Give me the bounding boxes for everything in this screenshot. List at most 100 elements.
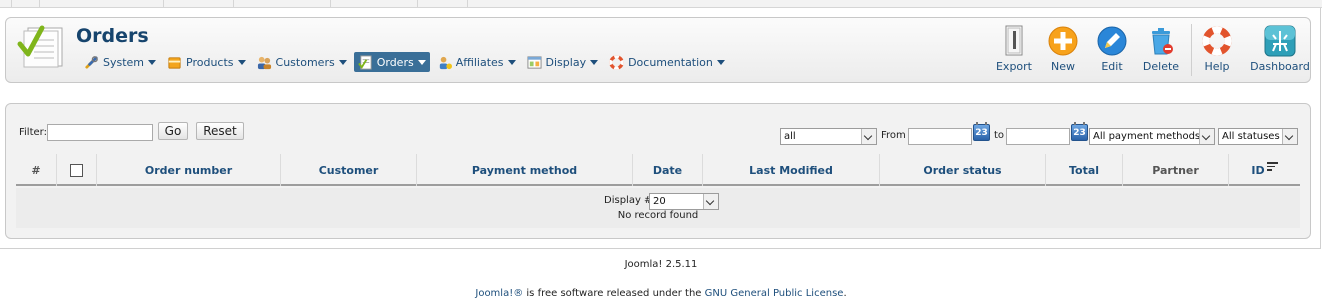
chevron-down-icon <box>507 59 516 65</box>
column-partner: Partner <box>1123 154 1229 186</box>
edit-button[interactable]: Edit <box>1085 22 1139 78</box>
help-button[interactable]: Help <box>1190 22 1244 78</box>
order-type-select[interactable]: all <box>780 128 877 145</box>
menu-products-label: Products <box>186 55 234 69</box>
go-button[interactable]: Go <box>158 122 188 140</box>
orders-checklist-icon <box>17 25 63 68</box>
users-icon <box>257 56 271 69</box>
license-notice: Joomla!® is free software released under… <box>0 288 1322 299</box>
from-label: From <box>881 130 906 141</box>
admin-menu-segment <box>331 0 418 8</box>
empty-message: No record found <box>617 210 699 221</box>
menu-customers[interactable]: Customers <box>253 52 351 72</box>
new-button[interactable]: New <box>1036 22 1090 78</box>
delete-button[interactable]: Delete <box>1134 22 1188 78</box>
gpl-license-link[interactable]: GNU General Public License <box>705 288 844 299</box>
license-text: is free software released under the <box>523 288 705 299</box>
to-date-input[interactable] <box>1006 128 1070 145</box>
admin-menu-segment <box>418 0 468 8</box>
filter-label: Filter: <box>19 127 47 138</box>
reset-button[interactable]: Reset <box>196 122 244 140</box>
table-footer: Display # 20 No record found <box>16 188 1300 228</box>
display-window-icon <box>527 55 542 69</box>
content-border <box>0 248 1321 249</box>
admin-menu-segment <box>164 0 234 8</box>
menu-display[interactable]: Display <box>523 52 603 72</box>
admin-menu-segment <box>40 0 164 8</box>
affiliate-icon <box>439 56 452 69</box>
joomla-version: Joomla! 2.5.11 <box>624 259 698 270</box>
chevron-down-icon <box>1282 129 1297 144</box>
from-date-input[interactable] <box>908 128 972 145</box>
column-select-all <box>57 154 97 186</box>
menu-orders[interactable]: Orders <box>353 52 430 72</box>
chevron-down-icon <box>703 194 718 209</box>
chevron-down-icon <box>1199 129 1214 144</box>
chevron-down-icon <box>417 59 426 65</box>
column-id[interactable]: ID <box>1229 154 1300 186</box>
menu-documentation[interactable]: Documentation <box>605 52 729 72</box>
dashboard-label: Dashboard <box>1250 60 1310 73</box>
menu-affiliates-label: Affiliates <box>455 55 504 69</box>
menu-system[interactable]: System <box>80 52 160 72</box>
payment-method-value: All payment methods <box>1093 131 1201 142</box>
menu-customers-label: Customers <box>275 55 335 69</box>
content-border <box>1320 8 1321 248</box>
edit-label: Edit <box>1101 60 1123 73</box>
chevron-down-icon <box>590 59 599 65</box>
column-order-status[interactable]: Order status <box>880 154 1046 186</box>
page-title: Orders <box>76 25 149 47</box>
box-icon <box>168 56 181 69</box>
chevron-down-icon <box>861 129 876 144</box>
pencil-icon <box>1097 26 1127 56</box>
lifebuoy-icon <box>609 54 624 70</box>
sort-descending-icon <box>1266 162 1278 172</box>
orders-table-header: # Order number Customer Payment method D… <box>16 154 1300 186</box>
display-limit-value: 20 <box>653 196 666 207</box>
dashboard-button[interactable]: Dashboard <box>1250 22 1310 78</box>
admin-menu-strip <box>0 0 1322 8</box>
column-customer[interactable]: Customer <box>281 154 417 186</box>
delete-label: Delete <box>1142 60 1180 73</box>
export-button[interactable]: Export <box>987 22 1041 78</box>
joomla-link[interactable]: Joomla!® <box>475 288 523 299</box>
license-suffix: . <box>843 288 847 299</box>
column-payment-method[interactable]: Payment method <box>417 154 633 186</box>
status-select[interactable]: All statuses <box>1218 128 1298 145</box>
chevron-down-icon <box>716 59 725 65</box>
calendar-icon[interactable]: 23 <box>973 122 990 141</box>
order-form-icon <box>357 54 372 70</box>
payment-method-select[interactable]: All payment methods <box>1089 128 1215 145</box>
column-total[interactable]: Total <box>1046 154 1123 186</box>
menu-affiliates[interactable]: Affiliates <box>433 52 520 72</box>
column-number: # <box>16 154 57 186</box>
display-number-label: Display # <box>604 195 653 206</box>
trash-icon <box>1152 28 1173 55</box>
wrench-icon <box>85 55 98 69</box>
display-limit-select[interactable]: 20 <box>649 193 719 210</box>
help-label: Help <box>1204 60 1230 73</box>
calendar-icon[interactable]: 23 <box>1071 122 1088 141</box>
admin-menu-segment <box>0 0 12 8</box>
column-last-modified[interactable]: Last Modified <box>703 154 880 186</box>
header-toolbar-panel: Orders System Products Customers Orders … <box>5 17 1311 83</box>
column-date[interactable]: Date <box>633 154 703 186</box>
menu-products[interactable]: Products <box>163 52 250 72</box>
admin-menu-segment <box>12 0 40 8</box>
column-id-label: ID <box>1251 163 1265 177</box>
new-label: New <box>1051 60 1075 73</box>
filter-input[interactable] <box>47 124 153 141</box>
export-icon <box>1005 25 1023 56</box>
column-order-number[interactable]: Order number <box>97 154 281 186</box>
chevron-down-icon <box>338 59 347 65</box>
chevron-down-icon <box>237 59 246 65</box>
menu-orders-label: Orders <box>376 55 414 69</box>
dashboard-app-icon <box>1264 25 1296 57</box>
menu-display-label: Display <box>545 55 587 69</box>
status-value: All statuses <box>1222 131 1280 142</box>
select-all-checkbox[interactable] <box>70 163 83 177</box>
menu-system-label: System <box>103 55 145 69</box>
to-label: to <box>994 130 1005 141</box>
help-lifebuoy-icon <box>1202 26 1232 56</box>
component-menu: System Products Customers Orders Affilia… <box>80 52 732 72</box>
